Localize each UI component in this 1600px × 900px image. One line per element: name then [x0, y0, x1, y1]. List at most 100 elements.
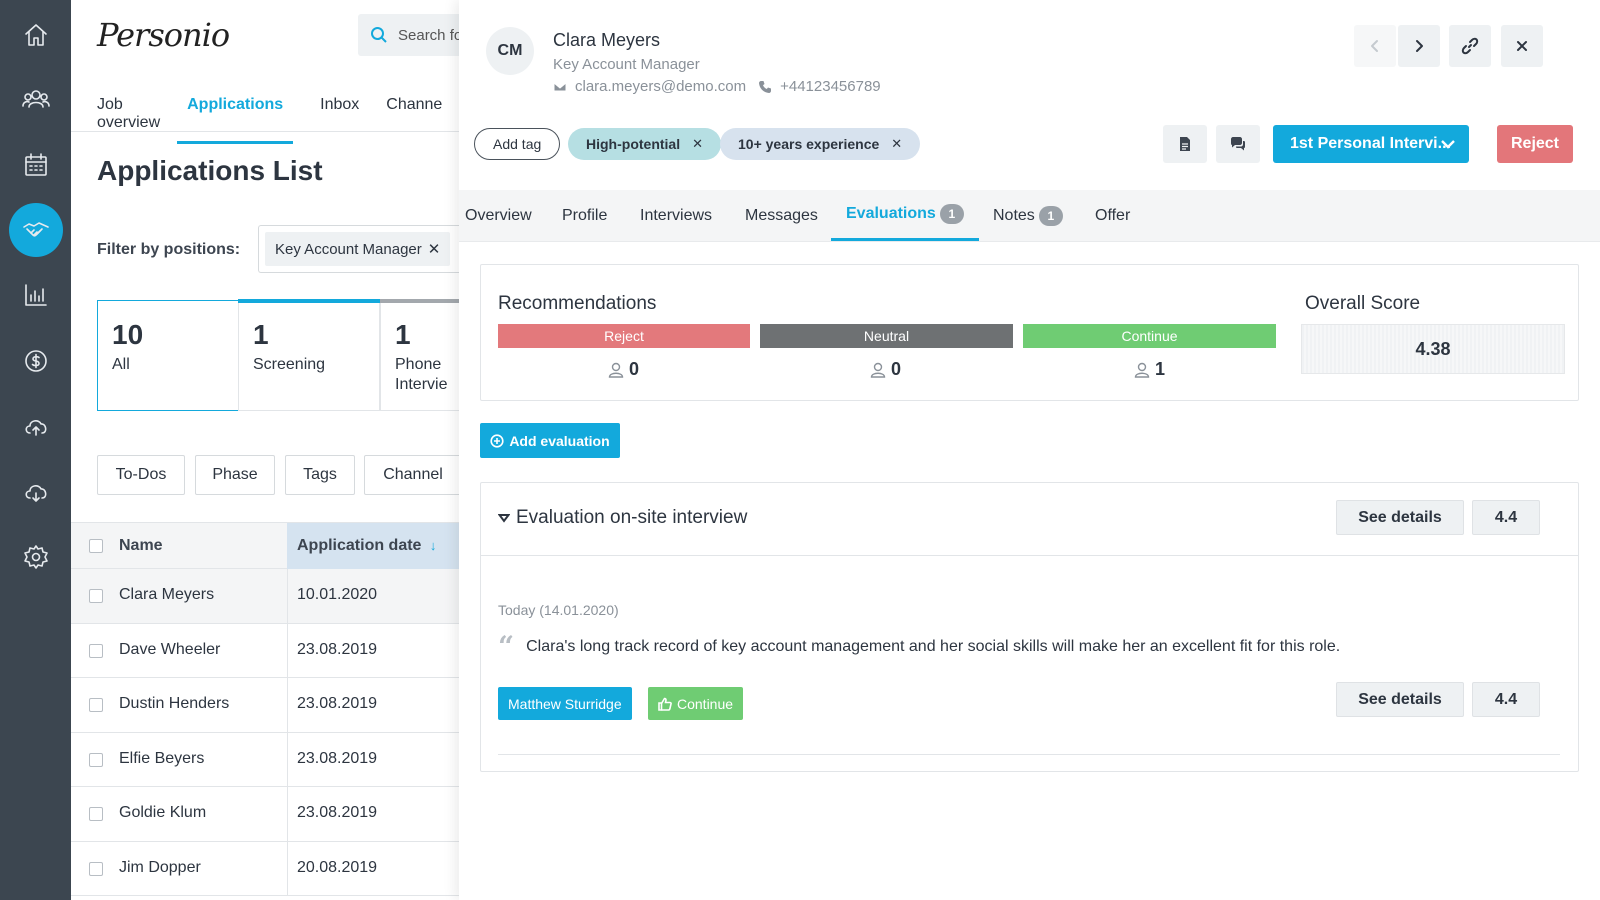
- position-filter[interactable]: Key Account Manager ✕: [258, 225, 459, 273]
- applications-table: Name Application date ↓ Clara Meyers 10.…: [71, 522, 459, 896]
- evaluation-header[interactable]: Evaluation on-site interview See details…: [481, 483, 1578, 556]
- column-application-date[interactable]: Application date ↓: [297, 537, 436, 555]
- home-icon[interactable]: [11, 10, 61, 60]
- candidate-name[interactable]: Elfie Beyers: [119, 750, 204, 768]
- filter-chip[interactable]: Key Account Manager ✕: [265, 232, 451, 266]
- candidate-role: Key Account Manager: [553, 56, 700, 73]
- candidate-name[interactable]: Dave Wheeler: [119, 641, 220, 659]
- overall-score-title: Overall Score: [1305, 293, 1421, 314]
- reject-bar: Reject: [498, 324, 750, 348]
- tab-interviews[interactable]: Interviews: [640, 190, 712, 241]
- remove-tag-icon[interactable]: ✕: [692, 136, 703, 152]
- stage-screening[interactable]: 1 Screening: [238, 299, 380, 411]
- documents-button[interactable]: [1163, 125, 1207, 163]
- next-candidate-button[interactable]: [1398, 25, 1440, 67]
- tab-profile[interactable]: Profile: [562, 190, 607, 241]
- candidate-name[interactable]: Jim Dopper: [119, 859, 201, 877]
- download-cloud-icon[interactable]: [11, 467, 61, 517]
- stage-label: Screening: [253, 356, 326, 373]
- column-name[interactable]: Name: [119, 537, 163, 555]
- row-checkbox[interactable]: [89, 589, 103, 603]
- stage-dropdown[interactable]: 1st Personal Intervi...: [1273, 125, 1469, 163]
- row-checkbox[interactable]: [89, 643, 103, 658]
- tab-count-badge: 1: [1038, 205, 1063, 226]
- table-row[interactable]: Clara Meyers 10.01.2020: [71, 569, 459, 624]
- tag-years-experience[interactable]: 10+ years experience ✕: [720, 128, 921, 160]
- page-title: Applications List: [97, 155, 323, 186]
- tab-notes[interactable]: Notes 1: [993, 190, 1063, 241]
- tag-high-potential[interactable]: High-potential ✕: [568, 128, 722, 160]
- messages-button[interactable]: [1216, 125, 1260, 163]
- plus-circle-icon: [490, 433, 504, 448]
- candidate-email[interactable]: clara.meyers@demo.com: [575, 78, 746, 95]
- reject-button[interactable]: Reject: [1497, 125, 1573, 163]
- candidate-name[interactable]: Clara Meyers: [119, 586, 214, 604]
- continue-bar: Continue: [1023, 324, 1276, 348]
- remove-tag-icon[interactable]: ✕: [891, 136, 902, 152]
- tab-overview[interactable]: Overview: [465, 190, 532, 241]
- nav-inbox[interactable]: Inbox: [320, 96, 359, 144]
- column-divider: [287, 732, 288, 786]
- filter-label: Filter by positions:: [97, 241, 241, 258]
- candidate-name[interactable]: Goldie Klum: [119, 804, 206, 822]
- candidate-name[interactable]: Dustin Henders: [119, 695, 229, 713]
- candidate-phone[interactable]: +44123456789: [780, 78, 881, 95]
- tab-label: Evaluations: [846, 205, 936, 222]
- see-details-button[interactable]: See details: [1336, 500, 1464, 535]
- see-details-button[interactable]: See details: [1336, 682, 1464, 717]
- stage-phone-interview[interactable]: 1 Phone Intervie: [380, 299, 459, 411]
- previous-candidate-button[interactable]: [1354, 25, 1396, 67]
- table-row[interactable]: Jim Dopper 20.08.2019: [71, 841, 459, 896]
- continue-count-value: 1: [1155, 359, 1166, 379]
- people-icon[interactable]: [11, 74, 61, 124]
- payroll-icon[interactable]: [11, 336, 61, 386]
- add-tag-button[interactable]: Add tag: [474, 128, 561, 160]
- nav-applications[interactable]: Applications: [177, 96, 294, 144]
- personio-logo[interactable]: Personio: [97, 16, 230, 54]
- select-all-checkbox[interactable]: [89, 539, 103, 553]
- copy-link-button[interactable]: [1449, 25, 1491, 67]
- tags-filter-button[interactable]: Tags: [285, 455, 355, 495]
- user-icon: [608, 362, 624, 378]
- tab-label: Notes: [993, 206, 1035, 224]
- table-row[interactable]: Elfie Beyers 23.08.2019: [71, 732, 459, 787]
- table-row[interactable]: Dave Wheeler 23.08.2019: [71, 623, 459, 678]
- search-input[interactable]: Search fo: [358, 14, 459, 56]
- close-panel-button[interactable]: [1501, 25, 1543, 67]
- analytics-icon[interactable]: [11, 270, 61, 320]
- recommendation-label: Continue: [677, 695, 734, 712]
- row-checkbox[interactable]: [89, 861, 103, 876]
- table-row[interactable]: Goldie Klum 23.08.2019: [71, 787, 459, 842]
- channel-filter-button[interactable]: Channel: [364, 455, 459, 495]
- row-checkbox[interactable]: [89, 752, 103, 767]
- evaluation-title[interactable]: Evaluation on-site interview: [498, 507, 747, 529]
- settings-icon[interactable]: [11, 532, 61, 582]
- table-row[interactable]: Dustin Henders 23.08.2019: [71, 678, 459, 733]
- caret-down-icon[interactable]: [498, 513, 510, 523]
- calendar-icon[interactable]: [11, 140, 61, 190]
- stage-count: 1: [395, 319, 411, 350]
- handshake-icon[interactable]: [9, 203, 63, 257]
- recommendations-card: Recommendations Reject Neutral Continue …: [480, 264, 1579, 401]
- phase-filter-button[interactable]: Phase: [195, 455, 275, 495]
- evaluator-badge[interactable]: Matthew Sturridge: [498, 687, 632, 720]
- candidate-tabs: Overview Profile Interviews Messages Eva…: [459, 190, 1600, 242]
- tab-offer[interactable]: Offer: [1095, 190, 1130, 241]
- close-icon[interactable]: ✕: [428, 240, 441, 258]
- stage-all[interactable]: 10 All: [97, 300, 239, 411]
- reject-count-value: 0: [629, 359, 640, 379]
- tab-messages[interactable]: Messages: [745, 190, 818, 241]
- row-checkbox[interactable]: [89, 807, 103, 821]
- row-checkbox[interactable]: [89, 698, 103, 712]
- column-divider: [287, 678, 288, 732]
- evaluation-score: 4.4: [1472, 500, 1540, 535]
- add-evaluation-button[interactable]: Add evaluation: [480, 423, 620, 458]
- neutral-count-value: 0: [891, 359, 902, 379]
- tag-label: High-potential: [586, 136, 681, 152]
- upload-cloud-icon[interactable]: [11, 401, 61, 451]
- todos-filter-button[interactable]: To-Dos: [97, 455, 185, 495]
- nav-channels[interactable]: Channe: [386, 96, 442, 144]
- tab-evaluations[interactable]: Evaluations 1: [831, 190, 979, 241]
- nav-job-overview[interactable]: Job overview: [97, 96, 160, 144]
- column-application-date-label: Application date: [297, 537, 422, 554]
